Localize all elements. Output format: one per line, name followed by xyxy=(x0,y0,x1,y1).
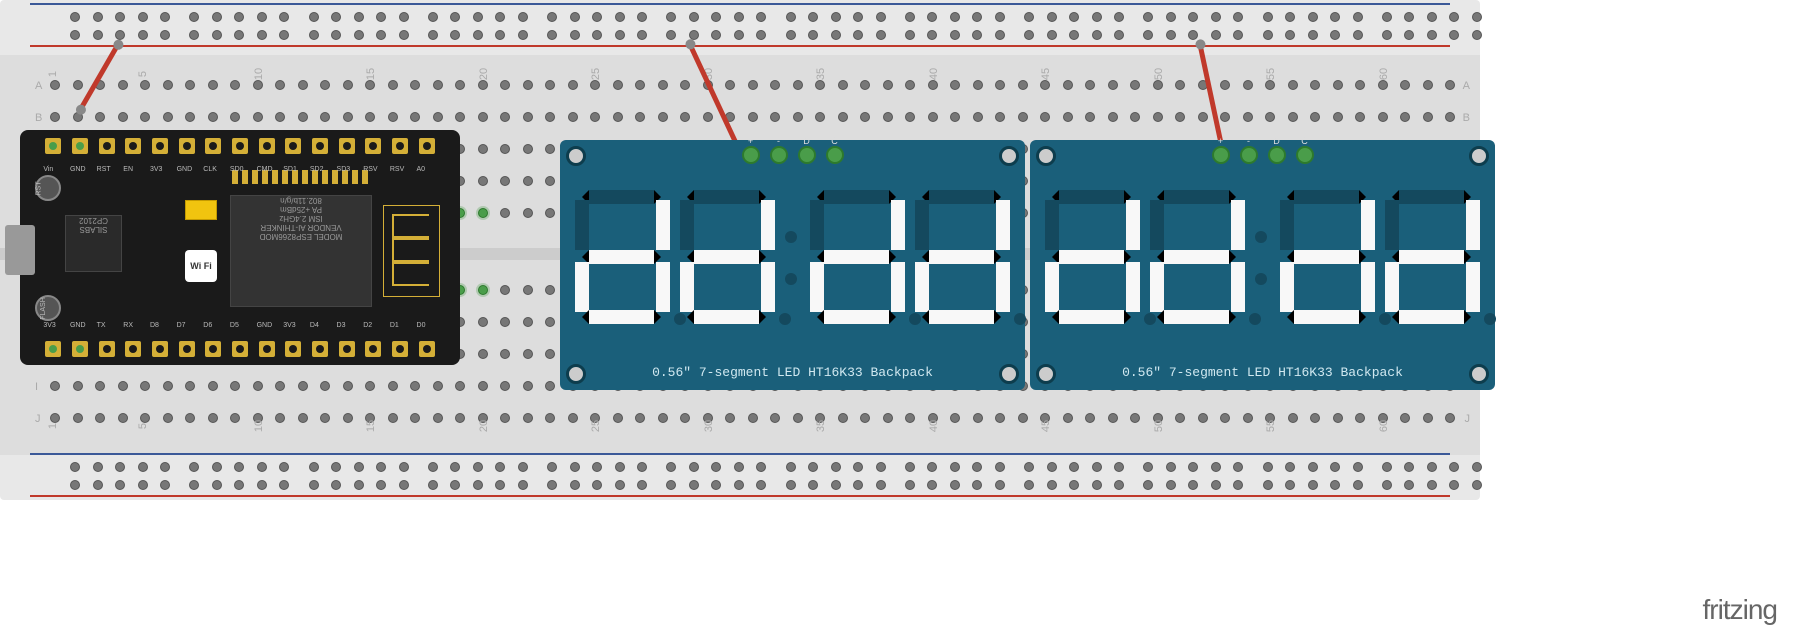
pin-d6: D6 xyxy=(205,341,221,357)
pin-rx: RX xyxy=(125,341,141,357)
colon-icon xyxy=(785,231,800,285)
pin-rst: RST xyxy=(99,138,115,154)
wifi-logo-icon: Wi Fi xyxy=(185,250,217,282)
seven-segment-digit xyxy=(575,190,670,325)
seven-segment-digit xyxy=(1045,190,1140,325)
seven-segment-digit xyxy=(915,190,1010,325)
pin-gnd: GND xyxy=(72,341,88,357)
pin-rsv: RSV xyxy=(392,138,408,154)
pin-d5: D5 xyxy=(232,341,248,357)
seven-segment-backpack-1: +-DC 0.56" 7-segmen xyxy=(560,140,1025,390)
seven-segment-digit xyxy=(810,190,905,325)
seven-segment-backpack-2: +-DC 0.56" 7-segmen xyxy=(1030,140,1495,390)
mounting-hole-icon xyxy=(999,146,1019,166)
backpack-pin-C xyxy=(826,146,844,164)
pin-gnd: GND xyxy=(72,138,88,154)
flash-label: FLASH xyxy=(40,297,47,320)
pin-sd3: SD3 xyxy=(339,138,355,154)
seven-segment-display xyxy=(1045,185,1480,330)
mounting-hole-icon xyxy=(566,146,586,166)
pin-rsv: RSV xyxy=(365,138,381,154)
pin-d4: D4 xyxy=(312,341,328,357)
pin-3v3: 3V3 xyxy=(152,138,168,154)
reset-label: RST xyxy=(36,182,43,196)
backpack-pin-D xyxy=(798,146,816,164)
pin-gnd: GND xyxy=(179,138,195,154)
pin-d2: D2 xyxy=(365,341,381,357)
fritzing-logo: fritzing xyxy=(1703,594,1777,626)
seven-segment-digit xyxy=(680,190,775,325)
backpack-label: 0.56" 7-segment LED HT16K33 Backpack xyxy=(1030,365,1495,380)
colon-icon xyxy=(1255,231,1270,285)
backpack-pin-- xyxy=(770,146,788,164)
pin-sd1: SD1 xyxy=(285,138,301,154)
pin-vin: Vin xyxy=(45,138,61,154)
seven-segment-display xyxy=(575,185,1010,330)
backpack-pin-C xyxy=(1296,146,1314,164)
esp8266-module: MODEL ESP8266MOD VENDOR AI-THINKER ISM 2… xyxy=(230,195,372,307)
pin-clk: CLK xyxy=(205,138,221,154)
pin-sd0: SD0 xyxy=(232,138,248,154)
pin-tx: TX xyxy=(99,341,115,357)
power-rail-top xyxy=(0,0,1480,50)
nodemcu-board: RST FLASH SILABS CP2102 Wi Fi MODEL ESP8… xyxy=(20,130,460,365)
backpack-pin-+ xyxy=(742,146,760,164)
pin-cmd: CMD xyxy=(259,138,275,154)
pcb-antenna-icon xyxy=(383,205,440,297)
seven-segment-digit xyxy=(1150,190,1245,325)
capacitor xyxy=(185,200,217,220)
power-rail-bottom xyxy=(0,450,1480,500)
seven-segment-digit xyxy=(1280,190,1375,325)
backpack-label: 0.56" 7-segment LED HT16K33 Backpack xyxy=(560,365,1025,380)
seven-segment-digit xyxy=(1385,190,1480,325)
pin-a0: A0 xyxy=(419,138,435,154)
backpack-pin-+ xyxy=(1212,146,1230,164)
usb-micro-port xyxy=(5,225,35,275)
pin-sd2: SD2 xyxy=(312,138,328,154)
pin-d1: D1 xyxy=(392,341,408,357)
mounting-hole-icon xyxy=(1036,146,1056,166)
pin-3v3: 3V3 xyxy=(45,341,61,357)
mounting-hole-icon xyxy=(1469,146,1489,166)
pin-d7: D7 xyxy=(179,341,195,357)
pin-3v3: 3V3 xyxy=(285,341,301,357)
cp2102-chip: SILABS CP2102 xyxy=(65,215,122,272)
backpack-pin-- xyxy=(1240,146,1258,164)
pin-gnd: GND xyxy=(259,341,275,357)
pin-d3: D3 xyxy=(339,341,355,357)
pin-d0: D0 xyxy=(419,341,435,357)
pin-d8: D8 xyxy=(152,341,168,357)
pin-en: EN xyxy=(125,138,141,154)
backpack-pin-D xyxy=(1268,146,1286,164)
